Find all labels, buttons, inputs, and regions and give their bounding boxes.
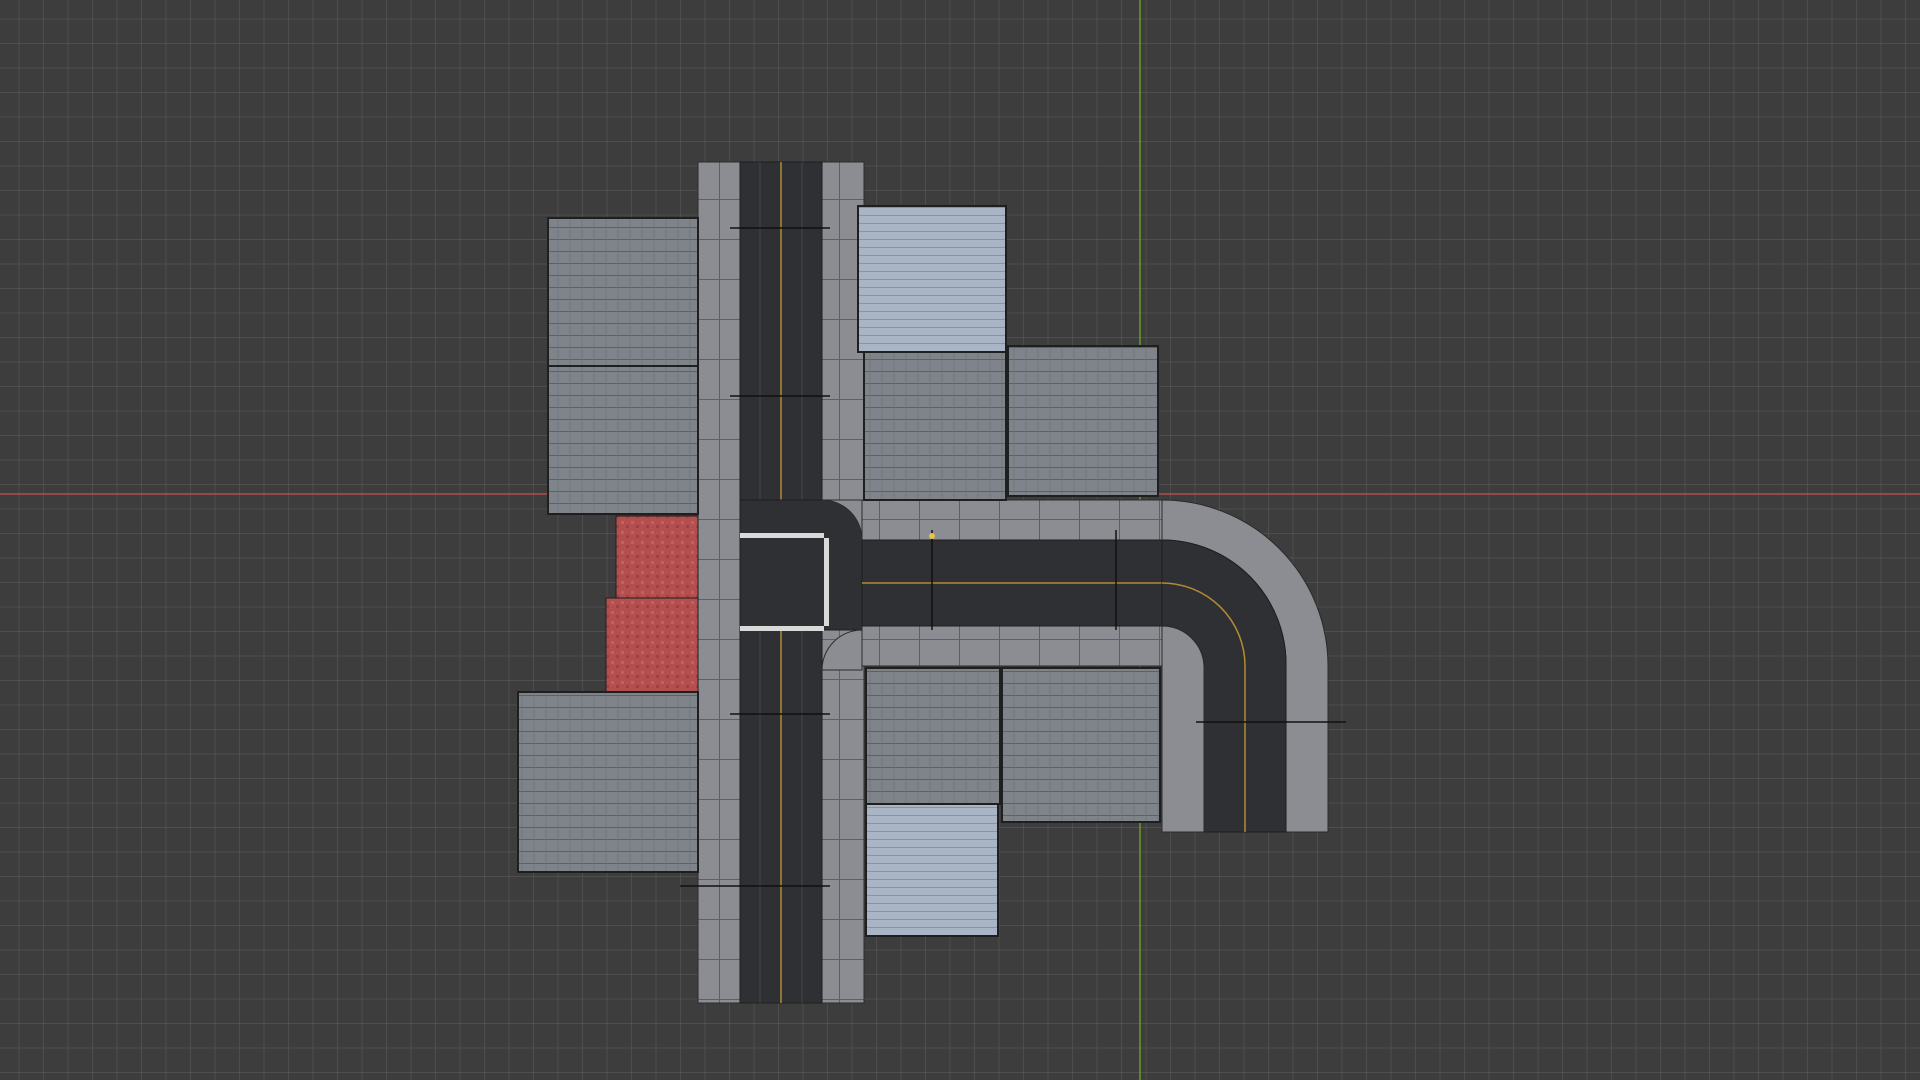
3d-viewport[interactable] — [0, 0, 1920, 1080]
building-roof-brick-2[interactable] — [605, 597, 699, 693]
building-roof-nw-1[interactable] — [547, 217, 699, 367]
building-roof-brick-1[interactable] — [615, 515, 699, 599]
curve-sidewalk-inner[interactable] — [1161, 625, 1205, 833]
crosswalk-right — [824, 538, 829, 626]
intersection[interactable] — [739, 499, 863, 631]
building-roof-nw-2[interactable] — [547, 365, 699, 515]
crosswalk-bottom — [740, 626, 824, 631]
building-roof-mid-2[interactable] — [1007, 345, 1159, 497]
city-block-scene[interactable] — [0, 0, 1920, 1080]
building-roof-s-2[interactable] — [1001, 667, 1161, 823]
building-roof-light-top[interactable] — [857, 205, 1007, 353]
sidewalk-side-bottom[interactable] — [861, 625, 1163, 667]
object-origin-marker[interactable] — [929, 533, 935, 539]
crosswalk-top — [740, 533, 824, 538]
building-roof-sw[interactable] — [517, 691, 699, 873]
building-roof-light-bottom[interactable] — [865, 803, 999, 937]
building-roof-s-1[interactable] — [865, 667, 1001, 805]
sidewalk-side-top[interactable] — [861, 499, 1163, 541]
building-roof-mid-1[interactable] — [863, 351, 1007, 501]
sidewalk-main-left[interactable] — [697, 161, 741, 1004]
